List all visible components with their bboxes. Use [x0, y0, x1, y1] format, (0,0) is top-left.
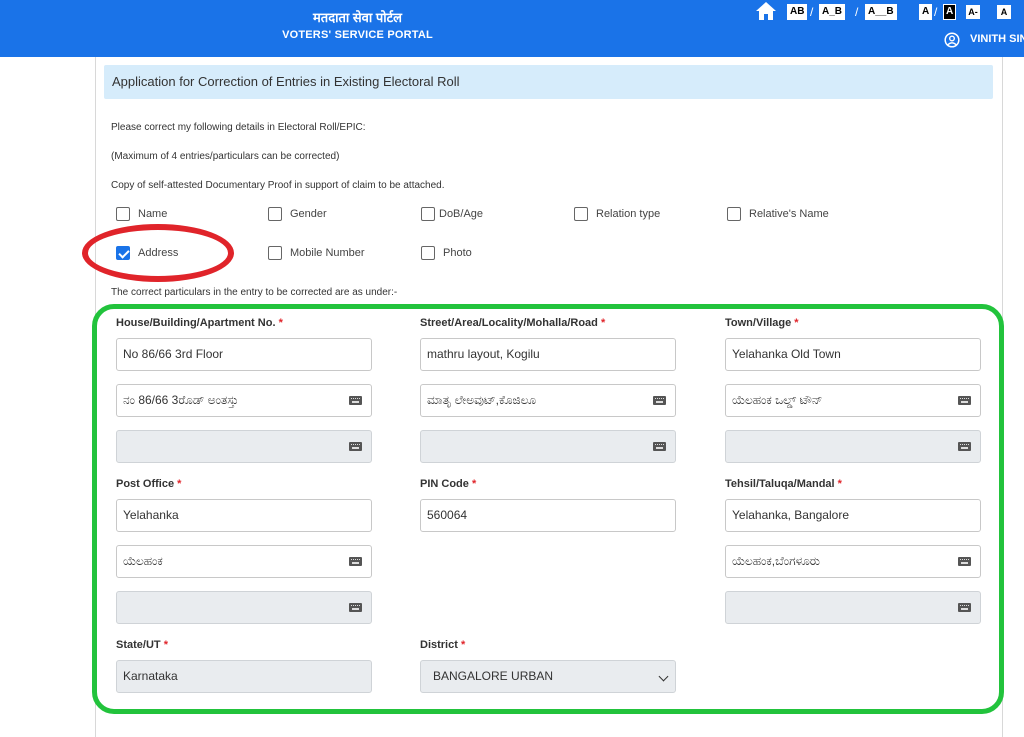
green-highlight-box	[92, 304, 1004, 714]
checkbox-mobile-number-box[interactable]	[268, 246, 282, 260]
checkbox-photo[interactable]: Photo	[421, 245, 472, 261]
portal-title-english: VOTERS' SERVICE PORTAL	[282, 29, 433, 41]
portal-title-hindi: मतदाता सेवा पोर्टल	[313, 10, 402, 25]
checkbox-dob-age-box[interactable]	[421, 207, 435, 221]
checkbox-label: Photo	[443, 247, 472, 259]
checkbox-label: Mobile Number	[290, 247, 365, 259]
font-spacing-normal-button[interactable]: AB	[787, 4, 808, 20]
user-name[interactable]: VINITH SIN	[970, 33, 1024, 45]
user-icon[interactable]	[944, 32, 960, 48]
font-separator: /	[810, 5, 814, 19]
checkbox-relatives-name[interactable]: Relative's Name	[727, 206, 829, 222]
checkbox-relation-type-box[interactable]	[574, 207, 588, 221]
checkbox-label: Name	[138, 208, 168, 220]
checkbox-photo-box[interactable]	[421, 246, 435, 260]
checkbox-name-box[interactable]	[116, 207, 130, 221]
checkbox-label: DoB/Age	[439, 208, 484, 220]
home-icon[interactable]	[755, 1, 777, 21]
checkbox-label: Gender	[290, 208, 327, 220]
form-heading: Application for Correction of Entries in…	[104, 65, 993, 99]
font-size-normal-button[interactable]: A	[997, 5, 1011, 19]
checkbox-label: Relative's Name	[749, 208, 829, 220]
instruction-text: Copy of self-attested Documentary Proof …	[111, 180, 445, 191]
instruction-text: (Maximum of 4 entries/particulars can be…	[111, 151, 340, 162]
checkbox-dob-age[interactable]: DoB/Age	[421, 206, 483, 222]
checkbox-relatives-name-box[interactable]	[727, 207, 741, 221]
contrast-normal-button[interactable]: A	[919, 4, 933, 20]
font-separator: /	[855, 5, 859, 19]
checkbox-name[interactable]: Name	[116, 206, 167, 222]
instruction-text: The correct particulars in the entry to …	[111, 287, 398, 298]
portal-title[interactable]: मतदाता सेवा पोर्टल VOTERS' SERVICE PORTA…	[270, 10, 445, 41]
checkbox-relation-type[interactable]: Relation type	[574, 206, 660, 222]
font-size-decrease-button[interactable]: A-	[966, 5, 980, 19]
font-separator: /	[934, 5, 938, 19]
checkbox-label: Relation type	[596, 208, 661, 220]
checkbox-gender[interactable]: Gender	[268, 206, 327, 222]
font-spacing-medium-button[interactable]: A_B	[819, 4, 846, 20]
top-navigation-bar: मतदाता सेवा पोर्टल VOTERS' SERVICE PORTA…	[0, 0, 1024, 57]
contrast-high-button[interactable]: A	[943, 4, 957, 20]
checkbox-mobile-number[interactable]: Mobile Number	[268, 245, 365, 261]
font-spacing-large-button[interactable]: A__B	[865, 4, 897, 20]
red-highlight-oval	[82, 224, 234, 282]
instruction-text: Please correct my following details in E…	[111, 122, 366, 133]
checkbox-gender-box[interactable]	[268, 207, 282, 221]
